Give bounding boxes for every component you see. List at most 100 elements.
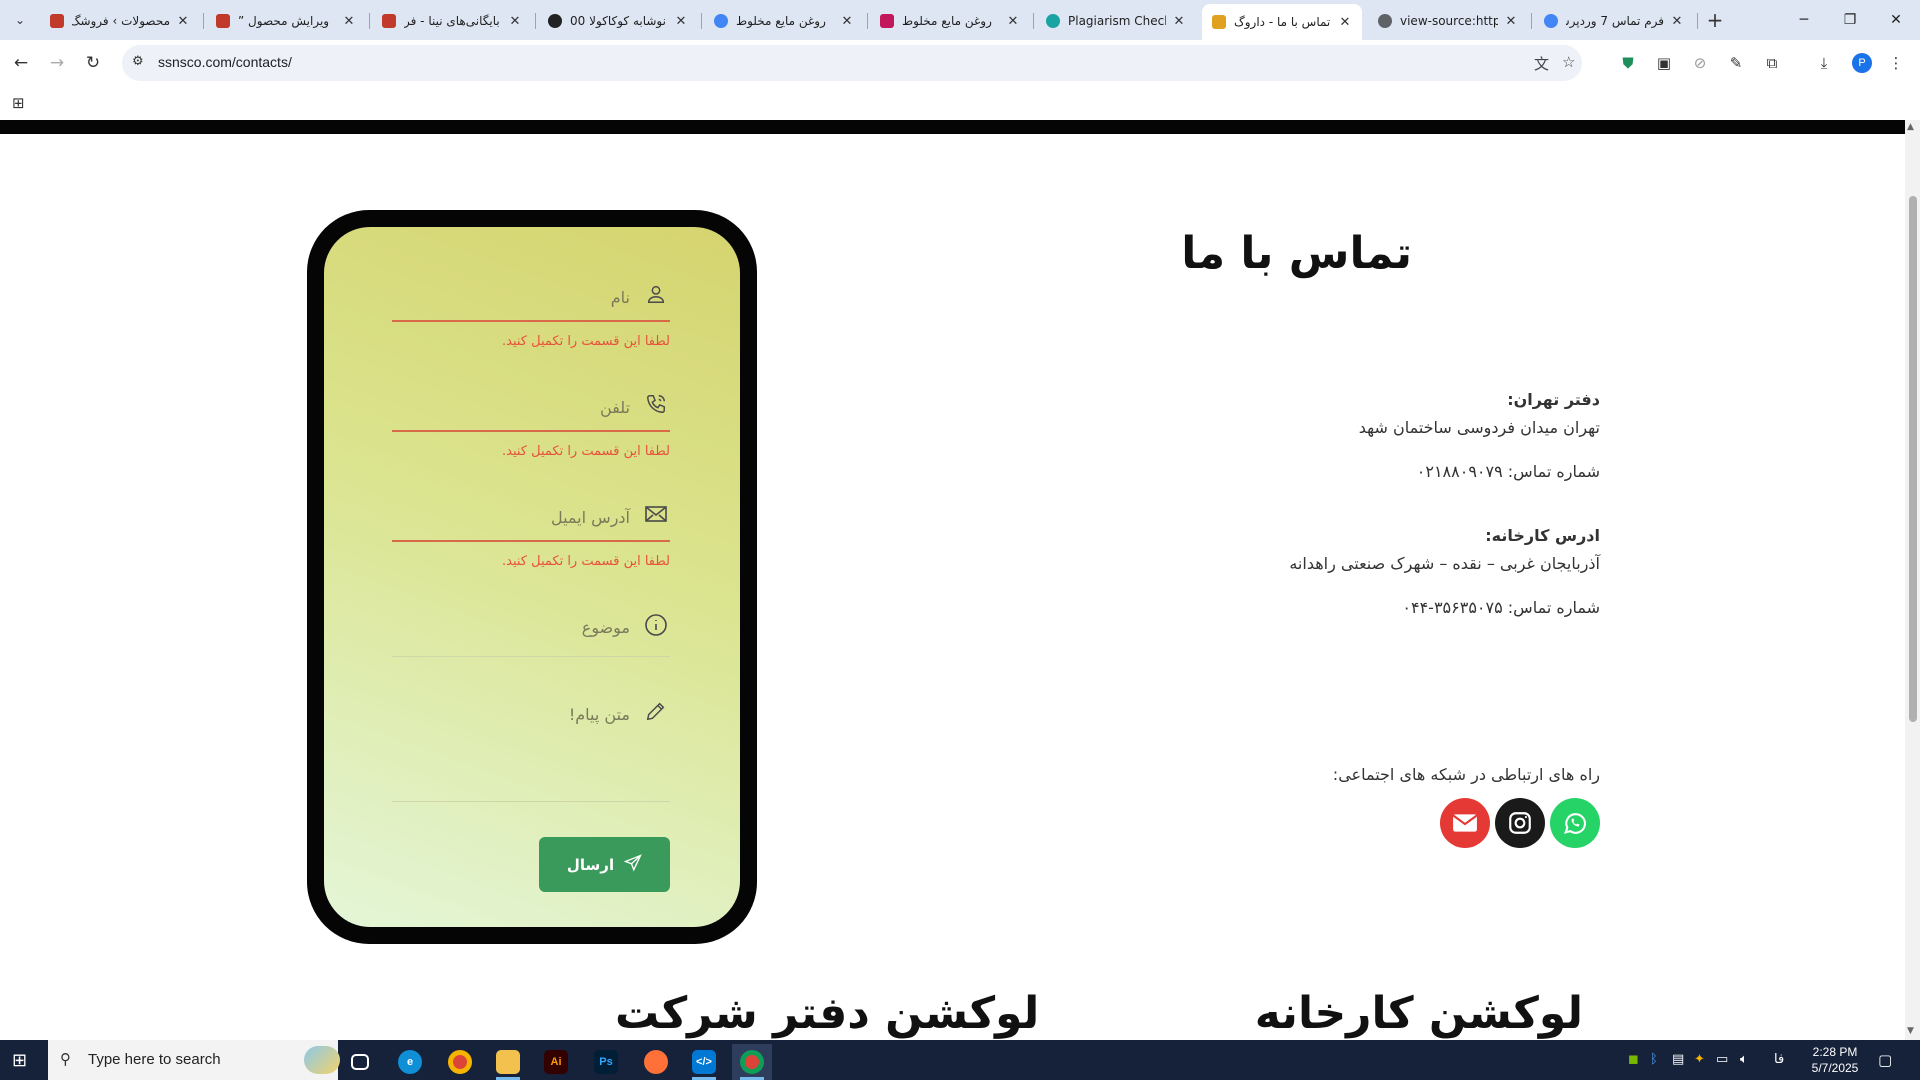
tab-edit-product[interactable]: ویرایش محصول ” ✕ xyxy=(206,6,366,36)
edge-app[interactable]: e xyxy=(390,1044,430,1080)
taskbar-search[interactable]: ⚲ Type here to search xyxy=(48,1040,340,1080)
address-bar[interactable]: ⚙ ssnsco.com/contacts/ 文 ☆ xyxy=(122,45,1582,81)
name-underline xyxy=(392,320,670,322)
tab-close-icon[interactable]: ✕ xyxy=(840,14,854,29)
new-tab-button[interactable]: + xyxy=(1704,9,1726,31)
task-view-button[interactable] xyxy=(340,1044,380,1080)
tray-app-icon[interactable]: ▤ xyxy=(1672,1052,1684,1067)
profile-avatar[interactable]: P xyxy=(1852,53,1872,73)
tab-search-dropdown-icon[interactable]: ⌄ xyxy=(10,10,30,30)
email-button[interactable] xyxy=(1440,798,1490,848)
subject-input[interactable]: موضوع xyxy=(392,604,670,650)
bookmark-star-icon[interactable]: ☆ xyxy=(1562,53,1575,71)
bookmarks-bar: ⊞ xyxy=(0,86,1920,120)
tab-strip: ⌄ محصولات › فروشگ ✕ ویرایش محصول ” ✕ بای… xyxy=(0,0,1920,40)
url-text[interactable]: ssnsco.com/contacts/ xyxy=(158,54,292,70)
windows-start-icon[interactable]: ⊞ xyxy=(12,1050,27,1071)
extensions-puzzle-icon[interactable]: ⧉ xyxy=(1762,53,1782,73)
forward-button[interactable]: → xyxy=(46,52,68,74)
apps-grid-icon[interactable]: ⊞ xyxy=(12,94,25,112)
pencil-icon xyxy=(642,700,670,728)
reload-button[interactable]: ↻ xyxy=(82,52,104,74)
site-settings-icon[interactable]: ⚙ xyxy=(132,54,144,69)
file-explorer-app[interactable] xyxy=(488,1044,528,1080)
tab-view-source[interactable]: view-source:https ✕ xyxy=(1368,6,1528,36)
phone-input[interactable]: تلفن xyxy=(392,384,670,430)
tab-close-icon[interactable]: ✕ xyxy=(1006,14,1020,29)
scroll-up-icon[interactable]: ▲ xyxy=(1907,122,1914,132)
vscode-app[interactable]: </> xyxy=(684,1044,724,1080)
factory-label: ادرس کارخانه: xyxy=(1485,526,1600,545)
image-extension-icon[interactable]: ▣ xyxy=(1654,53,1674,73)
name-error: لطفا این قسمت را تکمیل کنید. xyxy=(501,334,670,349)
tab-close-icon[interactable]: ✕ xyxy=(508,14,522,29)
tab-favicon-icon xyxy=(880,14,894,28)
phone-placeholder: تلفن xyxy=(599,397,630,417)
scroll-thumb[interactable] xyxy=(1909,196,1917,722)
tab-close-icon[interactable]: ✕ xyxy=(1670,14,1684,29)
tab-close-icon[interactable]: ✕ xyxy=(1338,15,1352,30)
message-textarea[interactable]: متن پیام! xyxy=(392,691,670,737)
tab-close-icon[interactable]: ✕ xyxy=(674,14,688,29)
bluetooth-tray-icon[interactable]: ᛒ xyxy=(1650,1052,1658,1067)
tab-archive[interactable]: بایگانی‌های نینا - فر ✕ xyxy=(372,6,532,36)
illustrator-icon: Ai xyxy=(544,1050,568,1074)
tab-cf7[interactable]: فرم تماس 7 وردپرس ✕ xyxy=(1534,6,1694,36)
tab-plagiarism[interactable]: Plagiarism Checke ✕ xyxy=(1036,6,1196,36)
name-input[interactable]: نام xyxy=(392,274,670,320)
page-scrollbar[interactable]: ▲ ▼ xyxy=(1905,120,1920,1040)
notification-icon[interactable]: ▢ xyxy=(1878,1051,1892,1069)
tab-close-icon[interactable]: ✕ xyxy=(1172,14,1186,29)
whatsapp-button[interactable] xyxy=(1550,798,1600,848)
tab-title: Plagiarism Checke xyxy=(1068,14,1166,28)
whatsapp-icon xyxy=(1564,813,1587,834)
send-label: ارسال xyxy=(566,855,615,874)
header-bar xyxy=(0,120,1905,134)
email-error: لطفا این قسمت را تکمیل کنید. xyxy=(501,554,670,569)
tab-oil[interactable]: روغن مایع مخلوط ✕ xyxy=(870,6,1030,36)
tab-oil-google[interactable]: روغن مایع مخلوط ✕ xyxy=(704,6,864,36)
menu-kebab-icon[interactable]: ⋮ xyxy=(1886,53,1906,73)
firefox-app[interactable] xyxy=(636,1044,676,1080)
photoshop-app[interactable]: Ps xyxy=(586,1044,626,1080)
translate-icon[interactable]: 文 xyxy=(1534,53,1549,74)
tab-title: نوشابه کوکاکولا 00 xyxy=(570,14,666,28)
chrome-app[interactable] xyxy=(440,1044,480,1080)
tab-title: view-source:https xyxy=(1400,14,1498,28)
compass-extension-icon[interactable]: ⊘ xyxy=(1690,53,1710,73)
scroll-down-icon[interactable]: ▼ xyxy=(1907,1026,1914,1036)
contact-form-card: نام لطفا این قسمت را تکمیل کنید. تلفن لط… xyxy=(307,210,757,944)
instagram-button[interactable] xyxy=(1495,798,1545,848)
message-field: متن پیام! xyxy=(392,691,670,802)
tab-products[interactable]: محصولات › فروشگ ✕ xyxy=(40,6,200,36)
network-tray-icon[interactable]: ▭ xyxy=(1716,1052,1728,1067)
restore-button[interactable]: ❐ xyxy=(1828,8,1872,32)
tab-cocacola[interactable]: نوشابه کوکاکولا 00 ✕ xyxy=(538,6,698,36)
language-indicator[interactable]: فا xyxy=(1774,1052,1784,1067)
nvidia-tray-icon[interactable]: ◼ xyxy=(1628,1052,1639,1067)
tab-title: تماس با ما - داروگ xyxy=(1234,15,1331,29)
back-button[interactable]: ← xyxy=(10,52,32,74)
taskbar-clock[interactable]: 2:28 PM 5/7/2025 xyxy=(1800,1044,1870,1076)
tab-separator xyxy=(1531,13,1532,29)
tab-close-icon[interactable]: ✕ xyxy=(342,14,356,29)
office-label: دفتر تهران: xyxy=(1507,390,1600,409)
subject-field: موضوع xyxy=(392,604,670,657)
illustrator-app[interactable]: Ai xyxy=(536,1044,576,1080)
phone-underline xyxy=(392,430,670,432)
chrome-active-app[interactable] xyxy=(732,1044,772,1080)
tab-contact-active[interactable]: تماس با ما - داروگ ✕ xyxy=(1202,4,1362,40)
tab-close-icon[interactable]: ✕ xyxy=(176,14,190,29)
tray-flag-icon[interactable]: ✦ xyxy=(1694,1052,1705,1067)
volume-tray-icon[interactable]: 🔈︎ xyxy=(1740,1052,1748,1067)
eyedropper-extension-icon[interactable]: ✎ xyxy=(1726,53,1746,73)
send-button[interactable]: ارسال xyxy=(539,837,670,892)
email-input[interactable]: آدرس ایمیل xyxy=(392,494,670,540)
phone-error: لطفا این قسمت را تکمیل کنید. xyxy=(501,444,670,459)
close-window-button[interactable]: ✕ xyxy=(1874,8,1918,32)
minimize-button[interactable]: ─ xyxy=(1782,8,1826,32)
shield-extension-icon[interactable]: ⛊ xyxy=(1618,53,1638,73)
contact-form: نام لطفا این قسمت را تکمیل کنید. تلفن لط… xyxy=(324,227,740,927)
tab-close-icon[interactable]: ✕ xyxy=(1504,14,1518,29)
download-icon[interactable]: ⤓ xyxy=(1814,53,1834,73)
